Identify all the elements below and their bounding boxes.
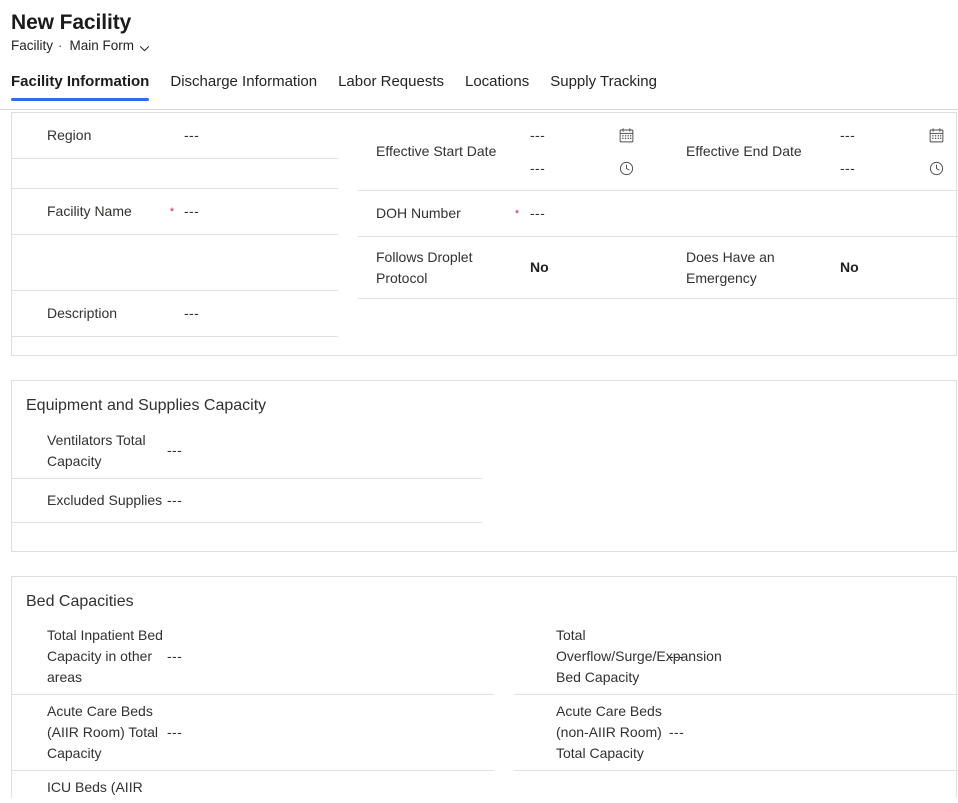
section-column-1: Ventilators Total Capacity --- Excluded … (12, 423, 482, 523)
tab-locations[interactable]: Locations (465, 72, 529, 101)
section-footer (12, 523, 956, 551)
field-value: --- (530, 205, 546, 221)
field-acute-care-beds-aiir-total-capacity[interactable]: Acute Care Beds (AIIR Room) Total Capaci… (12, 695, 494, 771)
date-line: --- (530, 125, 636, 146)
field-value: --- (167, 442, 183, 458)
field-doh-number[interactable]: DOH Number * --- (358, 191, 668, 237)
field-description[interactable]: Description --- (12, 291, 338, 337)
field-label: Follows Droplet Protocol (376, 248, 473, 286)
date-line: --- (840, 125, 946, 146)
field-label: Total Overflow/Surge/Expansion Bed Capac… (556, 627, 722, 685)
section-heading: Bed Capacities (26, 593, 134, 610)
field-value: --- (184, 127, 200, 143)
section-columns: Total Inpatient Bed Capacity in other ar… (12, 619, 958, 798)
field-value: --- (184, 305, 200, 321)
form-selector[interactable]: Main Form (70, 37, 151, 55)
time-value: --- (530, 159, 546, 176)
field-value: --- (167, 648, 183, 664)
field-facility-name[interactable]: Facility Name * --- (12, 189, 338, 235)
clock-icon[interactable] (616, 158, 636, 178)
datetime-stack: --- --- (530, 125, 636, 179)
field-icu-beds-aiir-room[interactable]: ICU Beds (AIIR Room) (12, 771, 494, 798)
page-title: New Facility (11, 11, 132, 34)
field-label: Region (47, 127, 92, 143)
time-line: --- (530, 158, 636, 179)
section-columns: Region --- Facility Name * --- Descripti… (12, 113, 958, 337)
section-columns: Ventilators Total Capacity --- Excluded … (12, 423, 956, 523)
field-value: No (840, 259, 859, 275)
field-total-inpatient-bed-capacity-other-areas[interactable]: Total Inpatient Bed Capacity in other ar… (12, 619, 494, 695)
field-label: Effective Start Date (376, 143, 497, 159)
section-footer (12, 337, 956, 355)
field-does-have-an-emergency[interactable]: Does Have an Emergency No (668, 237, 958, 299)
form-page: New Facility Facility · Main Form Facili… (0, 0, 958, 803)
field-value: --- (167, 492, 183, 508)
field-label: ICU Beds (AIIR Room) (47, 779, 143, 795)
clock-icon[interactable] (926, 158, 946, 178)
field-label: Does Have an Emergency (686, 248, 775, 286)
field-label: DOH Number (376, 205, 461, 221)
field-region[interactable]: Region --- (12, 113, 338, 159)
field-value: --- (669, 648, 685, 664)
section-column-1: Region --- Facility Name * --- Descripti… (12, 113, 338, 337)
date-value: --- (840, 126, 856, 143)
breadcrumb: Facility · Main Form (11, 37, 958, 55)
field-label: Facility Name (47, 203, 132, 219)
calendar-icon[interactable] (926, 125, 946, 145)
field-label: Acute Care Beds (non-AIIR Room) Total Ca… (556, 703, 662, 761)
entity-name: Facility (11, 38, 54, 53)
required-marker: * (514, 207, 520, 220)
field-spacer-2 (12, 235, 338, 291)
field-label: Acute Care Beds (AIIR Room) Total Capaci… (47, 703, 158, 761)
form-tabs: Facility Information Discharge Informati… (0, 72, 958, 110)
section-heading: Equipment and Supplies Capacity (26, 397, 267, 414)
tab-facility-information[interactable]: Facility Information (11, 72, 150, 101)
chevron-down-icon (139, 41, 150, 52)
form-selector-label: Main Form (69, 38, 135, 53)
field-value: No (530, 259, 549, 275)
datetime-stack: --- --- (840, 125, 946, 179)
field-spacer-3 (668, 191, 958, 237)
field-value: --- (669, 724, 685, 740)
field-value: --- (167, 724, 183, 740)
field-follows-droplet-protocol[interactable]: Follows Droplet Protocol No (358, 237, 668, 299)
field-effective-start-date[interactable]: Effective Start Date --- --- (358, 113, 668, 191)
field-label: Ventilators Total Capacity (47, 431, 146, 469)
tab-supply-tracking[interactable]: Supply Tracking (550, 72, 657, 101)
time-value: --- (840, 159, 856, 176)
tab-discharge-information[interactable]: Discharge Information (170, 72, 317, 101)
field-ventilators-total-capacity[interactable]: Ventilators Total Capacity --- (12, 423, 482, 479)
section-column-1: Total Inpatient Bed Capacity in other ar… (12, 619, 494, 798)
field-label: Effective End Date (686, 143, 802, 159)
field-acute-care-beds-non-aiir-total-capacity[interactable]: Acute Care Beds (non-AIIR Room) Total Ca… (514, 695, 958, 771)
field-label: Excluded Supplies (47, 492, 163, 508)
date-value: --- (530, 126, 546, 143)
field-total-overflow-surge-expansion-bed-capacity[interactable]: Total Overflow/Surge/Expansion Bed Capac… (514, 619, 958, 695)
breadcrumb-separator: · (58, 38, 63, 53)
calendar-icon[interactable] (616, 125, 636, 145)
page-header: New Facility Facility · Main Form (0, 0, 958, 55)
field-label: Total Inpatient Bed Capacity in other ar… (47, 627, 163, 685)
section-equipment-and-supplies-capacity: Equipment and Supplies Capacity Ventilat… (11, 380, 957, 552)
field-spacer-1 (12, 159, 338, 189)
section-column-2: Total Overflow/Surge/Expansion Bed Capac… (514, 619, 958, 771)
field-excluded-supplies[interactable]: Excluded Supplies --- (12, 479, 482, 523)
section-column-3: Effective End Date --- --- Does Have an … (668, 113, 958, 299)
form-body[interactable]: Region --- Facility Name * --- Descripti… (0, 112, 958, 798)
section-bed-capacities: Bed Capacities Total Inpatient Bed Capac… (11, 576, 958, 798)
field-label: Description (47, 305, 118, 321)
tab-labor-requests[interactable]: Labor Requests (338, 72, 444, 101)
field-value: --- (184, 203, 200, 219)
required-marker: * (169, 205, 175, 218)
section-column-2: Effective Start Date --- --- DOH Number … (358, 113, 668, 299)
section-general-information: Region --- Facility Name * --- Descripti… (11, 112, 958, 356)
field-effective-end-date[interactable]: Effective End Date --- --- (668, 113, 958, 191)
time-line: --- (840, 158, 946, 179)
